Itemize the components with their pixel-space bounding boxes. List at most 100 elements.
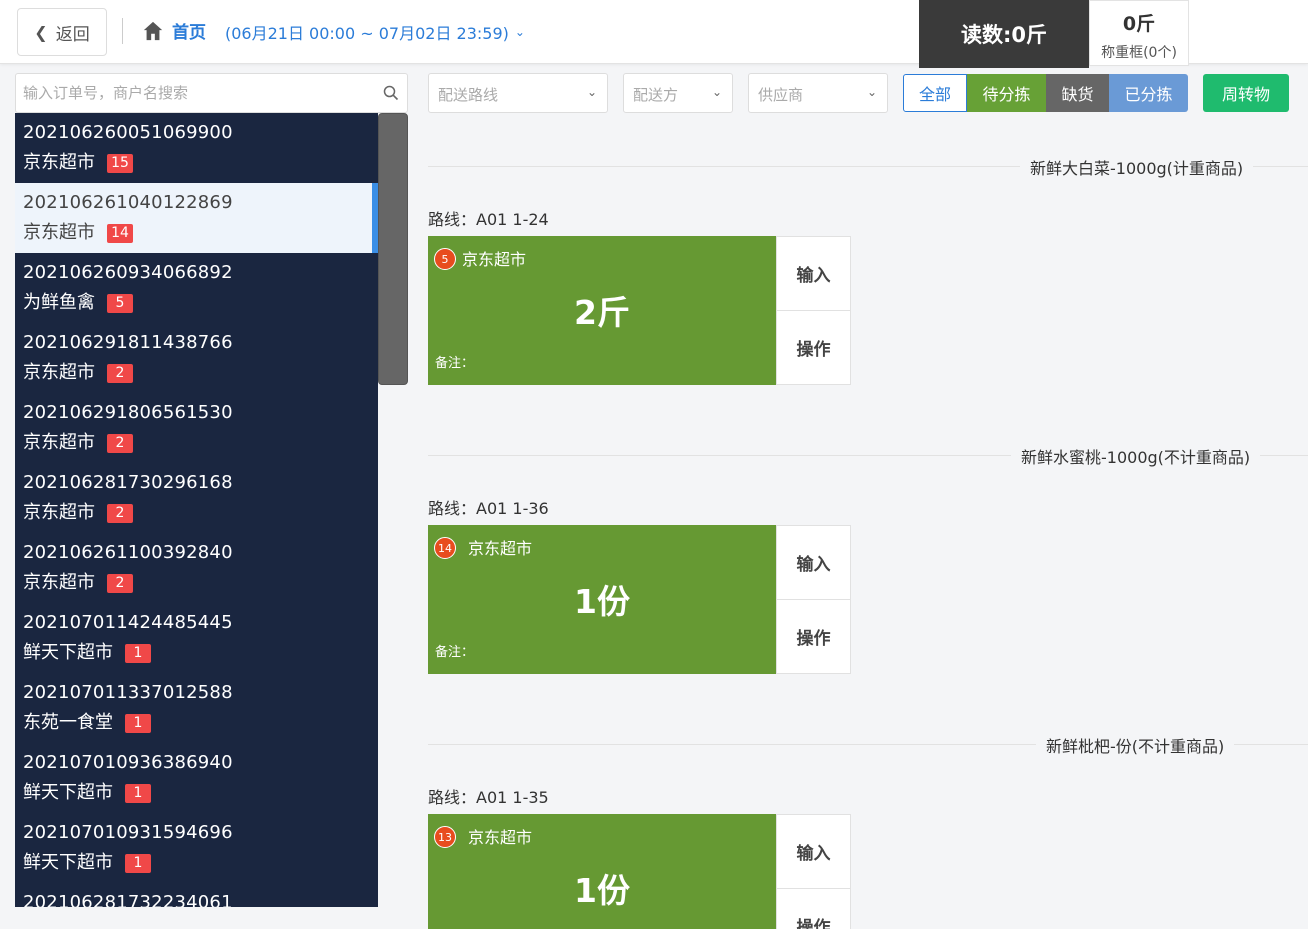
card-merchant: 京东超市 <box>468 828 533 847</box>
order-merchant: 京东超市 <box>23 222 95 243</box>
order-merchant: 京东超市 <box>23 362 95 383</box>
order-count-badge: 1 <box>125 853 151 873</box>
order-count-badge: 1 <box>125 713 151 733</box>
chevron-down-icon: ⌄ <box>711 85 722 99</box>
order-item[interactable]: 202107011337012588 东苑一食堂 1 <box>15 673 378 743</box>
search-input[interactable] <box>16 74 356 112</box>
order-merchant: 京东超市 <box>23 502 95 523</box>
back-button[interactable]: ❮ 返回 <box>17 8 107 56</box>
order-list-scrollbar[interactable] <box>378 113 408 385</box>
tab-pending[interactable]: 待分拣 <box>967 74 1046 112</box>
order-item[interactable]: 202107010931594696 鲜天下超市 1 <box>15 813 378 883</box>
order-count-badge: 15 <box>107 153 133 173</box>
order-item[interactable]: 202107011424485445 鲜天下超市 1 <box>15 603 378 673</box>
card-merchant: 京东超市 <box>468 539 533 558</box>
order-item[interactable]: 202106291811438766 京东超市 2 <box>15 323 378 393</box>
operate-button[interactable]: 操作 <box>776 599 851 674</box>
order-merchant: 鲜天下超市 <box>23 852 113 873</box>
turnover-button[interactable]: 周转物 <box>1203 74 1289 112</box>
order-search <box>15 73 408 113</box>
scale-reading: 读数:0斤 <box>919 0 1089 68</box>
weigh-basket-label: 称重框(0个) <box>1101 45 1177 61</box>
order-item[interactable]: 202106260051069900 京东超市 15 <box>15 113 378 183</box>
order-count-badge: 2 <box>107 433 133 453</box>
order-merchant: 鲜天下超市 <box>23 642 113 663</box>
sorting-card[interactable]: 13 京东超市 1份 <box>428 814 776 929</box>
tab-all[interactable]: 全部 <box>903 74 967 112</box>
order-count-badge: 1 <box>125 643 151 663</box>
product-title: 新鲜大白菜-1000g(计重商品) <box>1020 155 1254 179</box>
order-id: 202106261100392840 <box>23 542 233 563</box>
order-count-badge: 2 <box>107 573 133 593</box>
order-item[interactable]: 202106281730296168 京东超市 2 <box>15 463 378 533</box>
header-divider <box>122 18 123 44</box>
search-icon[interactable] <box>383 85 399 101</box>
route-select-placeholder: 配送路线 <box>438 86 499 104</box>
product-title: 新鲜枇杷-份(不计重商品) <box>1036 733 1235 757</box>
status-tabs: 全部 待分拣 缺货 已分拣 <box>903 74 1188 112</box>
order-id: 202106281732234061 <box>23 892 233 907</box>
date-range-selector[interactable]: (06月21日 00:00 ~ 07月02日 23:59) ⌄ <box>225 20 525 44</box>
chevron-down-icon: ⌄ <box>586 85 597 99</box>
order-id: 202106291806561530 <box>23 402 233 423</box>
delivery-select[interactable]: 配送方 ⌄ <box>623 73 733 113</box>
home-icon <box>143 21 163 40</box>
product-section: 新鲜大白菜-1000g(计重商品) 路线：A01 1-24 5 京东超市 2斤 … <box>428 150 1308 390</box>
order-item[interactable]: 202106281732234061 <box>15 883 378 907</box>
order-merchant: 京东超市 <box>23 432 95 453</box>
order-item[interactable]: 202106261100392840 京东超市 2 <box>15 533 378 603</box>
order-count-badge: 5 <box>107 293 133 313</box>
order-id: 202107011424485445 <box>23 612 233 633</box>
order-list: 202106260051069900 京东超市 15 20210626104012… <box>15 113 378 907</box>
home-label: 首页 <box>172 23 206 43</box>
sorting-card[interactable]: 5 京东超市 2斤 备注： <box>428 236 776 385</box>
order-id: 202107010936386940 <box>23 752 233 773</box>
route-label: 路线：A01 1-24 <box>428 210 549 229</box>
order-count-badge: 14 <box>107 223 133 243</box>
product-section: 新鲜枇杷-份(不计重商品) 路线：A01 1-35 13 京东超市 1份 输入 … <box>428 728 1308 929</box>
route-select[interactable]: 配送路线 ⌄ <box>428 73 608 113</box>
order-merchant: 东苑一食堂 <box>23 712 113 733</box>
order-item[interactable]: 202107010936386940 鲜天下超市 1 <box>15 743 378 813</box>
tab-shortage[interactable]: 缺货 <box>1046 74 1109 112</box>
card-merchant: 京东超市 <box>462 250 527 269</box>
order-count-badge: 2 <box>107 503 133 523</box>
home-link[interactable]: 首页 <box>142 18 206 43</box>
weigh-basket-weight: 0斤 <box>1122 13 1156 35</box>
card-quantity: 1份 <box>574 871 630 910</box>
order-merchant: 京东超市 <box>23 152 95 173</box>
route-label: 路线：A01 1-35 <box>428 788 549 807</box>
card-index-badge: 5 <box>434 248 456 270</box>
order-id: 202106260051069900 <box>23 122 233 143</box>
order-id: 202106260934066892 <box>23 262 233 283</box>
input-button[interactable]: 输入 <box>776 525 851 600</box>
order-merchant: 为鲜鱼禽 <box>23 292 95 313</box>
sorting-card[interactable]: 14 京东超市 1份 备注： <box>428 525 776 674</box>
back-label: 返回 <box>55 24 90 45</box>
card-quantity: 1份 <box>574 582 630 621</box>
order-merchant: 京东超市 <box>23 572 95 593</box>
order-id: 202106291811438766 <box>23 332 233 353</box>
tab-done[interactable]: 已分拣 <box>1109 74 1188 112</box>
order-id: 202106261040122869 <box>23 192 233 213</box>
card-remark: 备注： <box>435 356 475 371</box>
chevron-down-icon: ⌄ <box>514 25 525 39</box>
input-button[interactable]: 输入 <box>776 236 851 311</box>
date-range-text: (06月21日 00:00 ~ 07月02日 23:59) <box>225 24 509 43</box>
route-label: 路线：A01 1-36 <box>428 499 549 518</box>
order-count-badge: 1 <box>125 783 151 803</box>
product-section: 新鲜水蜜桃-1000g(不计重商品) 路线：A01 1-36 14 京东超市 1… <box>428 439 1308 679</box>
input-button[interactable]: 输入 <box>776 814 851 889</box>
order-item-selected[interactable]: 202106261040122869 京东超市 14 <box>15 183 378 253</box>
supplier-select[interactable]: 供应商 ⌄ <box>748 73 888 113</box>
order-item[interactable]: 202106260934066892 为鲜鱼禽 5 <box>15 253 378 323</box>
delivery-select-placeholder: 配送方 <box>633 86 679 104</box>
card-remark: 备注： <box>435 645 475 660</box>
order-item[interactable]: 202106291806561530 京东超市 2 <box>15 393 378 463</box>
order-count-badge: 2 <box>107 363 133 383</box>
operate-button[interactable]: 操作 <box>776 310 851 385</box>
weigh-basket[interactable]: 0斤 称重框(0个) <box>1089 0 1189 66</box>
operate-button[interactable]: 操作 <box>776 888 851 929</box>
card-index-badge: 14 <box>434 537 456 559</box>
product-title: 新鲜水蜜桃-1000g(不计重商品) <box>1011 444 1261 468</box>
